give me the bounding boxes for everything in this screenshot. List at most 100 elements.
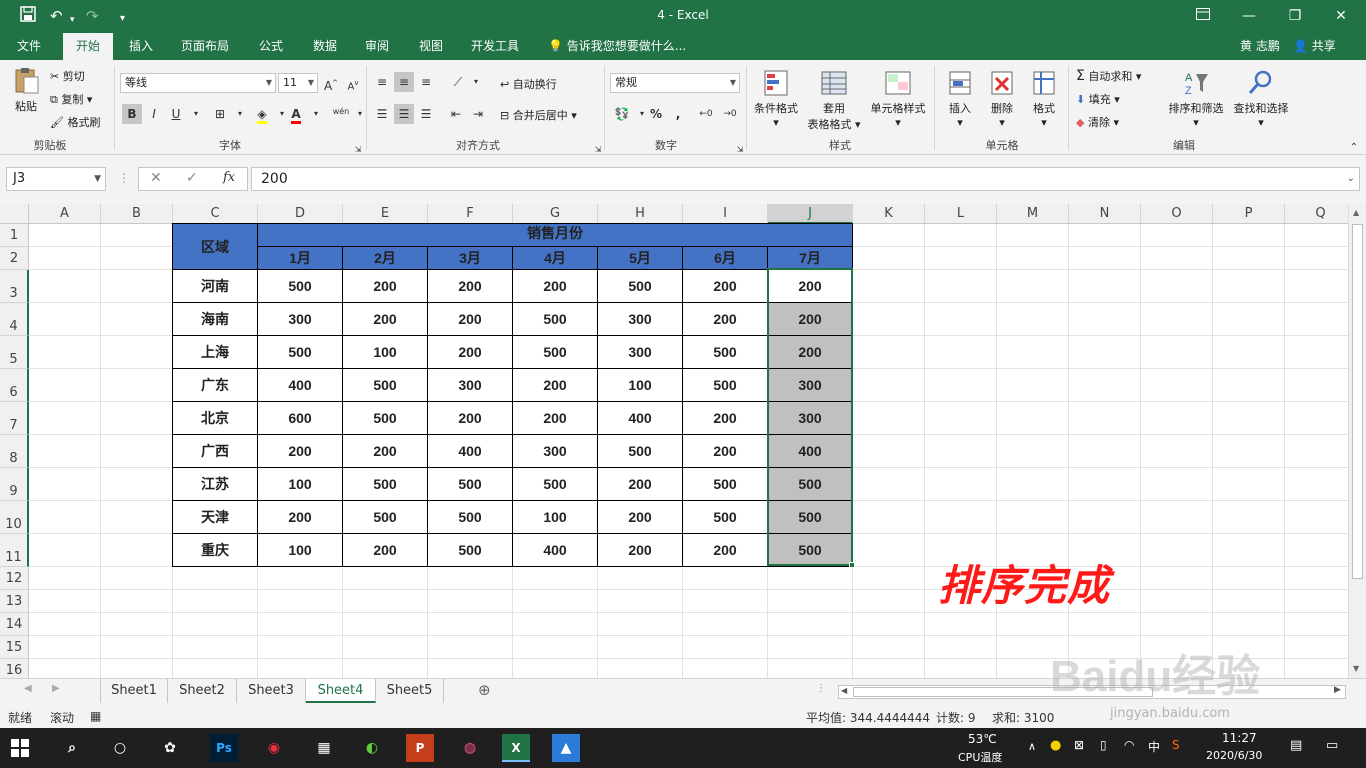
expand-formula-icon[interactable]: ⌄ xyxy=(1347,168,1355,190)
sales-value-cell[interactable]: 500 xyxy=(683,468,768,501)
sales-value-cell[interactable]: 500 xyxy=(768,501,853,534)
region-cell[interactable]: 重庆 xyxy=(173,534,258,567)
tab-insert[interactable]: 插入 xyxy=(118,33,164,60)
sales-value-cell[interactable]: 100 xyxy=(343,336,428,369)
sales-value-cell[interactable]: 500 xyxy=(513,303,598,336)
align-right-icon[interactable]: ☰ xyxy=(416,104,436,124)
pinwheel-app-icon[interactable]: ✿ xyxy=(156,734,184,762)
sales-value-cell[interactable]: 500 xyxy=(598,435,683,468)
row-header-12[interactable]: 12 xyxy=(0,567,29,590)
row-header-14[interactable]: 14 xyxy=(0,613,29,636)
tray-expand-icon[interactable]: ∧ xyxy=(1028,740,1036,753)
sales-value-cell[interactable]: 200 xyxy=(768,336,853,369)
sales-value-cell[interactable]: 100 xyxy=(598,369,683,402)
bold-button[interactable]: B xyxy=(122,104,142,124)
sales-value-cell[interactable]: 500 xyxy=(343,402,428,435)
sales-value-cell[interactable]: 500 xyxy=(343,369,428,402)
column-header-F[interactable]: F xyxy=(428,204,513,224)
column-header-O[interactable]: O xyxy=(1141,204,1213,224)
column-header-D[interactable]: D xyxy=(258,204,343,224)
row-header-8[interactable]: 8 xyxy=(0,435,29,468)
close-icon[interactable]: ✕ xyxy=(1318,4,1364,28)
tab-formulas[interactable]: 公式 xyxy=(248,33,294,60)
scroll-right-icon[interactable]: ▶ xyxy=(1334,685,1341,695)
sales-value-cell[interactable]: 300 xyxy=(428,369,513,402)
column-header-M[interactable]: M xyxy=(997,204,1069,224)
decrease-decimal-icon[interactable]: →0 xyxy=(720,104,740,124)
sales-value-cell[interactable]: 200 xyxy=(513,369,598,402)
powerpoint-icon[interactable]: P xyxy=(406,734,434,762)
scroll-down-icon[interactable]: ▼ xyxy=(1353,664,1359,673)
cut-button[interactable]: ✂ 剪切 xyxy=(50,68,85,84)
column-header-N[interactable]: N xyxy=(1069,204,1141,224)
region-header-cell[interactable]: 区域 xyxy=(173,224,258,270)
region-cell[interactable]: 海南 xyxy=(173,303,258,336)
sales-value-cell[interactable]: 500 xyxy=(768,468,853,501)
phonetic-dropdown-icon[interactable]: ▾ xyxy=(350,104,370,124)
sales-value-cell[interactable]: 300 xyxy=(258,303,343,336)
sales-value-cell[interactable]: 400 xyxy=(598,402,683,435)
sales-value-cell[interactable]: 200 xyxy=(598,534,683,567)
sheet-tab-3[interactable]: Sheet3 xyxy=(237,679,306,703)
border-icon[interactable]: ⊞ xyxy=(210,104,230,124)
sales-value-cell[interactable]: 200 xyxy=(428,270,513,303)
user-name[interactable]: 黄 志鹏 xyxy=(1240,33,1280,60)
tray-battery-icon[interactable]: ▯ xyxy=(1100,738,1107,752)
region-cell[interactable]: 北京 xyxy=(173,402,258,435)
sales-value-cell[interactable]: 200 xyxy=(258,501,343,534)
sales-value-cell[interactable]: 500 xyxy=(513,468,598,501)
clock-date[interactable]: 2020/6/30 xyxy=(1206,749,1262,762)
browser-icon[interactable]: ◐ xyxy=(358,734,386,762)
row-header-16[interactable]: 16 xyxy=(0,659,29,678)
fill-handle[interactable] xyxy=(849,562,855,568)
find-select-button[interactable]: 查找和选择 ▾ xyxy=(1230,68,1292,129)
region-cell[interactable]: 广西 xyxy=(173,435,258,468)
cancel-icon[interactable]: ✕ xyxy=(150,170,162,186)
sales-value-cell[interactable]: 200 xyxy=(683,534,768,567)
tab-view[interactable]: 视图 xyxy=(408,33,454,60)
sales-value-cell[interactable]: 200 xyxy=(683,435,768,468)
percent-icon[interactable]: % xyxy=(646,104,666,124)
meitu-icon[interactable]: ◍ xyxy=(456,734,484,762)
sales-month-header-cell[interactable]: 销售月份 xyxy=(258,224,853,247)
increase-font-icon[interactable]: A^ xyxy=(321,73,341,93)
tab-review[interactable]: 审阅 xyxy=(354,33,400,60)
sales-value-cell[interactable]: 200 xyxy=(428,402,513,435)
sales-value-cell[interactable]: 600 xyxy=(258,402,343,435)
wrap-text-button[interactable]: ↩ 自动换行 xyxy=(500,76,557,92)
sales-value-cell[interactable]: 500 xyxy=(343,468,428,501)
add-sheet-icon[interactable]: ⊕ xyxy=(478,681,491,699)
delete-cells-button[interactable]: 删除 ▾ xyxy=(982,68,1022,129)
font-name-select[interactable]: 等线 ▼ xyxy=(120,73,276,93)
worksheet-grid[interactable]: ABCDEFGHIJKLMNOPQ 1 2 3 4 5 6 7 8 9 10 11 12 13 14 15 1… xyxy=(0,204,1348,678)
sogou-icon[interactable]: S xyxy=(1172,738,1180,752)
minimize-icon[interactable]: — xyxy=(1226,4,1272,28)
row-header-2[interactable]: 2 xyxy=(0,247,29,270)
photoshop-icon[interactable]: Ps xyxy=(210,734,238,762)
sales-value-cell[interactable]: 100 xyxy=(258,534,343,567)
autosum-button[interactable]: Σ 自动求和 ▾ xyxy=(1076,68,1141,84)
accounting-format-icon[interactable]: 💱 xyxy=(612,104,632,124)
macro-record-icon[interactable]: ▦ xyxy=(90,709,101,723)
sales-value-cell[interactable]: 400 xyxy=(768,435,853,468)
tab-developer[interactable]: 开发工具 xyxy=(462,33,528,60)
underline-dropdown-icon[interactable]: ▾ xyxy=(186,104,206,124)
sort-filter-button[interactable]: AZ 排序和筛选 ▾ xyxy=(1166,68,1226,129)
sales-value-cell[interactable]: 500 xyxy=(683,501,768,534)
row-header-6[interactable]: 6 xyxy=(0,369,29,402)
search-icon[interactable]: ⌕ xyxy=(58,734,86,762)
sales-value-cell[interactable]: 500 xyxy=(258,270,343,303)
keyboard-icon[interactable]: ▭ xyxy=(1326,738,1338,753)
sales-value-cell[interactable]: 500 xyxy=(768,534,853,567)
sales-value-cell[interactable]: 200 xyxy=(683,303,768,336)
orientation-dropdown-icon[interactable]: ▾ xyxy=(466,72,486,92)
sales-value-cell[interactable]: 200 xyxy=(428,336,513,369)
fill-button[interactable]: ⬇ 填充 ▾ xyxy=(1076,91,1120,107)
region-cell[interactable]: 上海 xyxy=(173,336,258,369)
font-size-select[interactable]: 11 ▼ xyxy=(278,73,318,93)
month-header-cell[interactable]: 6月 xyxy=(683,247,768,270)
sales-value-cell[interactable]: 300 xyxy=(598,336,683,369)
underline-button[interactable]: U xyxy=(166,104,186,124)
vertical-scroll-thumb[interactable] xyxy=(1352,224,1363,579)
column-header-A[interactable]: A xyxy=(29,204,101,224)
